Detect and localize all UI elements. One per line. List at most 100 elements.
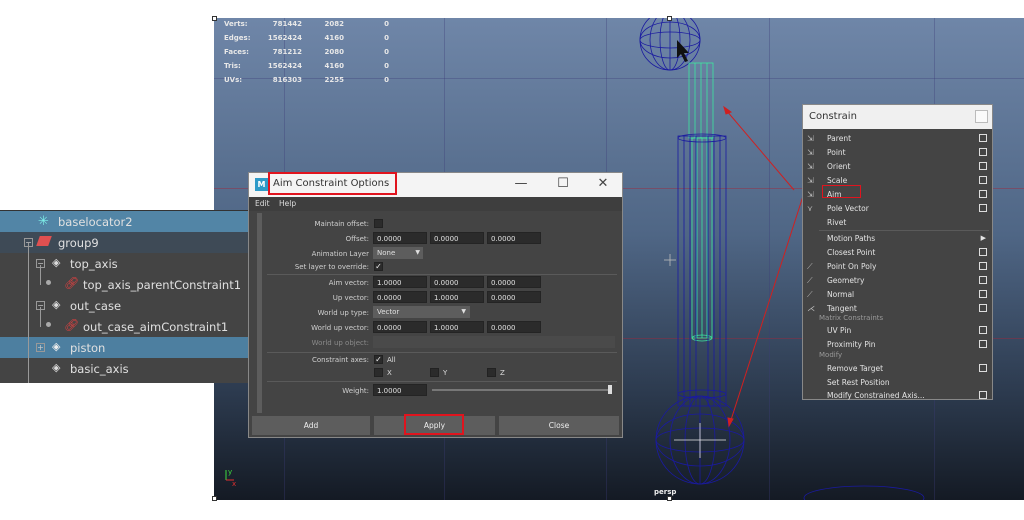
constrain-menu-title[interactable]: Constrain [803, 105, 992, 129]
maximize-button[interactable]: ☐ [549, 176, 577, 191]
divider [267, 352, 617, 353]
menu-item-geometry[interactable]: ⟋ Geometry [803, 274, 992, 287]
expand-icon[interactable]: + [36, 343, 45, 352]
menu-item-uv-pin[interactable]: UV Pin [803, 324, 992, 337]
tree-node-dot-icon [46, 280, 51, 285]
locator-cross [674, 423, 726, 458]
option-box-icon[interactable] [979, 148, 987, 156]
section-header-matrix: Matrix Constraints [819, 314, 884, 322]
option-box-icon[interactable] [979, 276, 987, 284]
aim-vector-x-field[interactable]: 1.0000 [373, 276, 427, 288]
option-box-icon[interactable] [979, 304, 987, 312]
weight-slider-track[interactable] [432, 389, 612, 391]
option-box-icon[interactable] [979, 326, 987, 334]
outliner-item-basic-axis[interactable]: ◈ basic_axis [0, 358, 258, 379]
menu-help[interactable]: Help [279, 199, 296, 208]
up-vector-z-field[interactable]: 0.0000 [487, 291, 541, 303]
group-icon [36, 236, 52, 246]
camera-label: persp [654, 488, 677, 496]
axis-x-checkbox[interactable] [374, 368, 383, 377]
aim-vector-z-field[interactable]: 0.0000 [487, 276, 541, 288]
outliner-item-group9[interactable]: − group9 [0, 232, 258, 253]
option-box-icon[interactable] [979, 262, 987, 270]
point-constraint-icon: ⇲ [807, 148, 814, 157]
option-box-icon[interactable] [979, 290, 987, 298]
svg-text:x: x [232, 480, 236, 488]
world-up-vector-y-field[interactable]: 1.0000 [430, 321, 484, 333]
outliner-item-top-axis-parent-constraint[interactable]: 🔗︎ top_axis_parentConstraint1 [0, 274, 258, 295]
axis-z-checkbox[interactable] [487, 368, 496, 377]
world-up-vector-z-field[interactable]: 0.0000 [487, 321, 541, 333]
menu-item-rivet[interactable]: Rivet [803, 216, 992, 229]
menu-item-normal[interactable]: ⟋ Normal [803, 288, 992, 301]
menu-item-remove-target[interactable]: Remove Target [803, 362, 992, 375]
animation-layer-dropdown[interactable]: None ▼ [373, 247, 423, 259]
point-on-poly-icon: ⟋ [807, 262, 813, 271]
menu-item-modify-constrained-axis[interactable]: Modify Constrained Axis... [803, 389, 992, 402]
aim-constraint-icon: ⇲ [807, 190, 814, 199]
top-sphere-wire [639, 18, 701, 71]
locator-icon: ✳ [38, 214, 49, 229]
offset-y-field[interactable]: 0.0000 [430, 232, 484, 244]
option-box-icon[interactable] [979, 340, 987, 348]
menu-item-closest-point[interactable]: Closest Point [803, 246, 992, 259]
weight-slider-handle[interactable] [608, 385, 612, 394]
parent-constraint-icon: ⇲ [807, 134, 814, 143]
view-axis-icon: y x [225, 468, 236, 488]
menu-item-pole-vector[interactable]: ⋎ Pole Vector [803, 202, 992, 215]
menu-item-point[interactable]: ⇲ Point [803, 146, 992, 159]
add-button[interactable]: Add [252, 416, 370, 435]
close-window-button[interactable]: ✕ [589, 176, 617, 191]
aim-vector-y-field[interactable]: 0.0000 [430, 276, 484, 288]
orient-constraint-icon: ⇲ [807, 162, 814, 171]
axis-all-checkbox[interactable]: ✓ [374, 355, 383, 364]
menu-edit[interactable]: Edit [255, 199, 270, 208]
divider [267, 274, 617, 275]
minimize-button[interactable]: — [507, 176, 535, 191]
option-box-icon[interactable] [979, 190, 987, 198]
center-crosshair-icon [664, 254, 676, 266]
option-box-icon[interactable] [979, 248, 987, 256]
menu-item-motion-paths[interactable]: Motion Paths ▶ [803, 232, 992, 245]
option-box-icon[interactable] [979, 364, 987, 372]
menu-item-set-rest-position[interactable]: Set Rest Position [803, 376, 992, 389]
weight-field[interactable]: 1.0000 [373, 384, 427, 396]
up-vector-x-field[interactable]: 0.0000 [373, 291, 427, 303]
mouse-cursor-icon [677, 40, 689, 62]
option-box-icon[interactable] [979, 162, 987, 170]
world-up-vector-x-field[interactable]: 0.0000 [373, 321, 427, 333]
resize-handle[interactable] [667, 16, 672, 21]
close-button[interactable]: Close [499, 416, 619, 435]
outliner-item-piston[interactable]: + ◈ piston [0, 337, 258, 358]
offset-z-field[interactable]: 0.0000 [487, 232, 541, 244]
outliner-item-out-case-aim-constraint[interactable]: 🔗︎ out_case_aimConstraint1 [0, 316, 258, 337]
svg-text:y: y [228, 468, 232, 476]
world-up-type-dropdown[interactable]: Vector ▼ [373, 306, 470, 318]
menu-item-parent[interactable]: ⇲ Parent [803, 132, 992, 145]
normal-constraint-icon: ⟋ [807, 290, 813, 299]
option-box-icon[interactable] [979, 176, 987, 184]
menu-item-orient[interactable]: ⇲ Orient [803, 160, 992, 173]
set-layer-override-checkbox[interactable]: ✓ [374, 262, 383, 271]
option-box-icon[interactable] [979, 134, 987, 142]
menu-item-point-on-poly[interactable]: ⟋ Point On Poly [803, 260, 992, 273]
resize-handle[interactable] [667, 496, 672, 501]
option-box-icon[interactable] [979, 391, 987, 399]
tear-off-icon[interactable] [975, 110, 988, 123]
tree-line [40, 307, 41, 327]
section-header-modify: Modify [819, 351, 843, 359]
outliner-item-baselocator2[interactable]: ✳ baselocator2 [0, 211, 258, 232]
offset-x-field[interactable]: 0.0000 [373, 232, 427, 244]
world-up-object-field [373, 336, 615, 348]
menu-item-proximity-pin[interactable]: Proximity Pin [803, 338, 992, 351]
basic-axis-wire [803, 485, 925, 500]
resize-handle[interactable] [212, 496, 217, 501]
axis-y-checkbox[interactable] [430, 368, 439, 377]
resize-handle[interactable] [212, 16, 217, 21]
outliner-item-top-axis[interactable]: − ◈ top_axis [0, 253, 258, 274]
up-vector-y-field[interactable]: 1.0000 [430, 291, 484, 303]
maintain-offset-checkbox[interactable] [374, 219, 383, 228]
option-box-icon[interactable] [979, 204, 987, 212]
outliner-item-out-case[interactable]: − ◈ out_case [0, 295, 258, 316]
transform-icon: ◈ [52, 298, 61, 311]
